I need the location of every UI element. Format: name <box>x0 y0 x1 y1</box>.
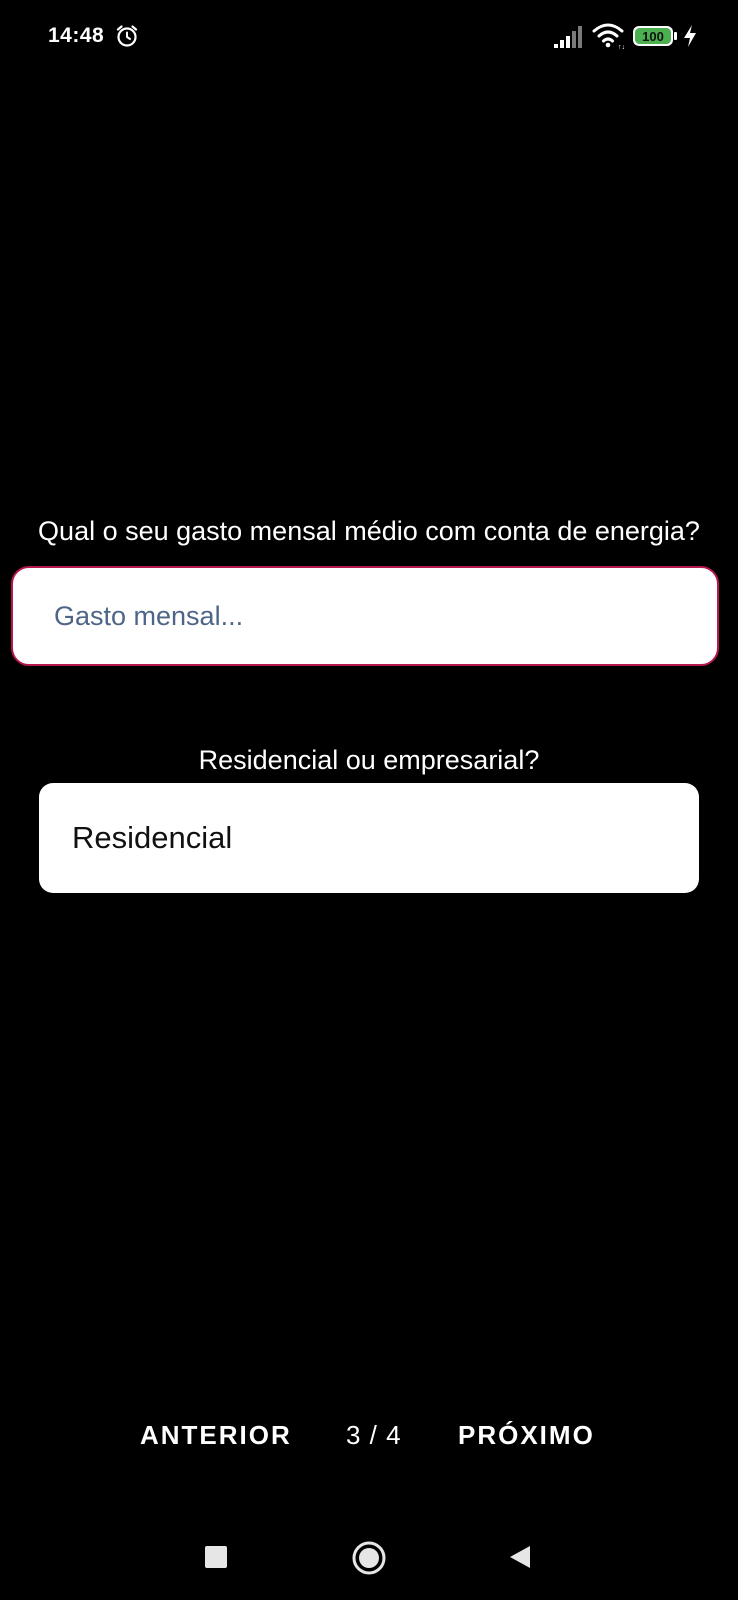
next-button[interactable]: PRÓXIMO <box>458 1420 595 1451</box>
alarm-icon <box>116 25 138 47</box>
recents-icon[interactable] <box>205 1546 227 1568</box>
charge-icon <box>684 25 696 47</box>
svg-text:100: 100 <box>642 29 664 44</box>
page-counter: 3 / 4 <box>346 1420 402 1450</box>
previous-button[interactable]: ANTERIOR <box>140 1420 292 1451</box>
wifi-icon: ↑↓ <box>592 23 625 50</box>
type-select[interactable]: Residencial <box>39 783 699 893</box>
battery-icon: 100 <box>633 26 677 46</box>
spend-input[interactable] <box>11 566 719 666</box>
spend-question-label: Qual o seu gasto mensal médio com conta … <box>38 516 700 546</box>
type-question-label: Residencial ou empresarial? <box>198 745 540 775</box>
home-icon[interactable] <box>352 1541 386 1575</box>
back-icon[interactable] <box>508 1544 532 1570</box>
pager: ANTERIOR 3 / 4 PRÓXIMO <box>0 1420 738 1460</box>
status-bar: 14:48 ↑↓ 100 <box>0 0 738 74</box>
signal-icon <box>554 26 582 48</box>
status-time: 14:48 <box>48 24 105 47</box>
type-select-value: Residencial <box>72 820 233 855</box>
screen: 14:48 ↑↓ 100 Qual o seu gasto mensal méd… <box>0 0 738 1600</box>
svg-text:↑↓: ↑↓ <box>618 44 625 50</box>
